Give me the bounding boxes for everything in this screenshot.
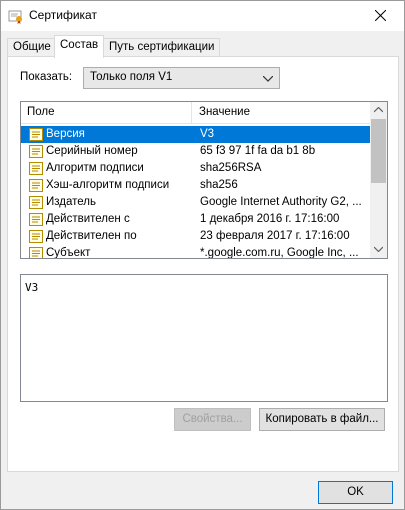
field-name: Издатель — [46, 196, 96, 208]
field-value: sha256 — [200, 179, 238, 191]
list-item[interactable]: Издатель Google Internet Authority G2, .… — [21, 194, 370, 211]
chevron-down-icon — [262, 73, 274, 85]
field-name: Действителен с — [46, 213, 130, 225]
show-select[interactable]: Только поля V1 — [83, 67, 280, 89]
column-header-field[interactable]: Поле — [27, 106, 55, 118]
list-item[interactable]: Версия V3 — [21, 126, 370, 143]
list-item[interactable]: Субъект *.google.com.ru, Google Inc, ... — [21, 245, 370, 259]
certificate-icon — [8, 8, 24, 24]
list-item[interactable]: Действителен по 23 февраля 2017 г. 17:16… — [21, 228, 370, 245]
value-detail-box[interactable]: V3 — [20, 274, 388, 402]
properties-button[interactable]: Свойства... — [174, 408, 251, 431]
list-item[interactable]: Действителен с 1 декабря 2016 г. 17:16:0… — [21, 211, 370, 228]
field-value: 1 декабря 2016 г. 17:16:00 — [200, 213, 340, 225]
field-list[interactable]: Поле Значение Версия V3 Серийный номер 6… — [20, 101, 388, 259]
field-value: 65 f3 97 1f fa da b1 8b — [200, 145, 316, 157]
field-icon — [29, 162, 43, 175]
field-value: sha256RSA — [200, 162, 262, 174]
column-divider[interactable] — [191, 102, 192, 124]
field-value: V3 — [200, 128, 215, 140]
field-name: Версия — [46, 128, 85, 140]
list-item[interactable]: Алгоритм подписи sha256RSA — [21, 160, 370, 177]
show-label: Показать: — [20, 71, 73, 83]
scroll-thumb[interactable] — [371, 119, 386, 183]
scroll-down-button[interactable] — [370, 241, 387, 258]
field-value: Google Internet Authority G2, ... — [200, 196, 362, 208]
close-button[interactable] — [358, 1, 404, 31]
ok-button[interactable]: OK — [318, 481, 393, 504]
field-icon — [29, 128, 43, 141]
field-icon — [29, 213, 43, 226]
tab-general[interactable]: Общие — [7, 38, 57, 57]
field-name: Серийный номер — [46, 145, 138, 157]
window-title: Сертификат — [29, 8, 97, 22]
list-rows: Версия V3 Серийный номер 65 f3 97 1f fa … — [21, 126, 370, 259]
column-header-value[interactable]: Значение — [199, 106, 250, 118]
vertical-scrollbar[interactable] — [370, 102, 387, 258]
close-icon — [375, 10, 386, 21]
copy-to-file-button[interactable]: Копировать в файл... — [259, 408, 385, 431]
field-name: Субъект — [46, 247, 91, 259]
list-header: Поле Значение — [21, 102, 387, 124]
details-panel: Показать: Только поля V1 Поле Значение В… — [7, 56, 399, 472]
scroll-up-button[interactable] — [370, 102, 387, 119]
field-icon — [29, 145, 43, 158]
chevron-up-icon — [374, 107, 383, 113]
list-item[interactable]: Хэш-алгоритм подписи sha256 — [21, 177, 370, 194]
field-icon — [29, 196, 43, 209]
field-name: Действителен по — [46, 230, 137, 242]
field-name: Хэш-алгоритм подписи — [46, 179, 170, 191]
field-icon — [29, 247, 43, 258]
field-value: *.google.com.ru, Google Inc, ... — [200, 247, 359, 259]
field-icon — [29, 179, 43, 192]
list-item[interactable]: Серийный номер 65 f3 97 1f fa da b1 8b — [21, 143, 370, 160]
tab-details[interactable]: Состав — [54, 35, 105, 58]
field-value: 23 февраля 2017 г. 17:16:00 — [200, 230, 350, 242]
field-name: Алгоритм подписи — [46, 162, 144, 174]
show-select-value: Только поля V1 — [90, 71, 173, 83]
field-icon — [29, 230, 43, 243]
tab-certification-path[interactable]: Путь сертификации — [103, 38, 221, 57]
chevron-down-icon — [374, 246, 383, 252]
title-bar: Сертификат — [1, 1, 404, 31]
certificate-dialog: Сертификат Общие Состав Путь сертификаци… — [0, 0, 405, 510]
